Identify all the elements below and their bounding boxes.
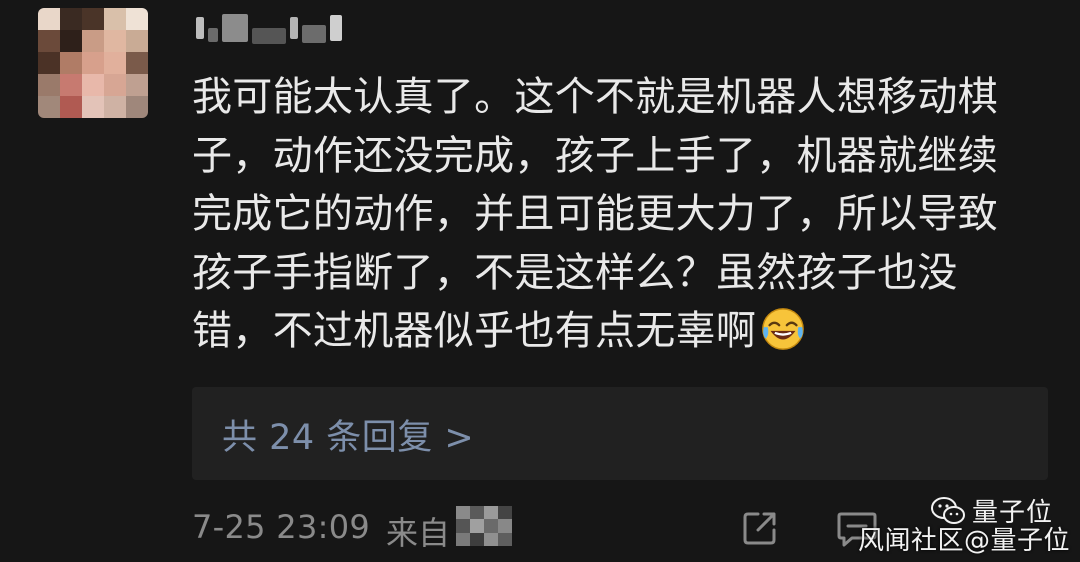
- comment-line: 完成它的动作，并且可能更大力了，所以导致: [192, 191, 998, 237]
- comment-line: 子，动作还没完成，孩子上手了，机器就继续: [192, 132, 998, 179]
- username-blur-block: [252, 28, 286, 44]
- comment-line: 错，不过机器似乎也有点无辜啊: [192, 308, 757, 354]
- view-replies-link[interactable]: 共 24 条回复 >: [222, 409, 474, 460]
- avatar[interactable]: [38, 8, 148, 118]
- watermark-source: 风闻社区@量子位: [858, 526, 1071, 556]
- username-blur-block: [222, 14, 248, 42]
- comment-page: 我可能太认真了。这个不就是机器人想移动棋 子，动作还没完成，孩子上手了，机器就继…: [0, 0, 1080, 562]
- comment-timestamp: 7-25 23:09: [192, 508, 371, 546]
- laugh-cry-emoji-icon: [762, 308, 805, 350]
- username-blur-block: [290, 17, 298, 39]
- comment-line: 孩子手指断了，不是这样么？虽然孩子也没: [192, 249, 958, 296]
- share-icon[interactable]: [740, 508, 780, 548]
- replies-box[interactable]: 共 24 条回复 >: [192, 387, 1048, 480]
- username-blur-block: [196, 17, 204, 39]
- username-blur-block: [208, 28, 218, 42]
- from-label: 来自: [386, 514, 451, 552]
- comment-line-last: 错，不过机器似乎也有点无辜啊: [192, 302, 1052, 361]
- username-blurred[interactable]: [196, 8, 396, 48]
- location-blurred: [456, 506, 512, 546]
- comment-text: 我可能太认真了。这个不就是机器人想移动棋 子，动作还没完成，孩子上手了，机器就继…: [192, 68, 1052, 361]
- comment-line: 我可能太认真了。这个不就是机器人想移动棋: [192, 74, 998, 120]
- username-blur-block: [302, 25, 326, 43]
- username-blur-block: [330, 15, 342, 41]
